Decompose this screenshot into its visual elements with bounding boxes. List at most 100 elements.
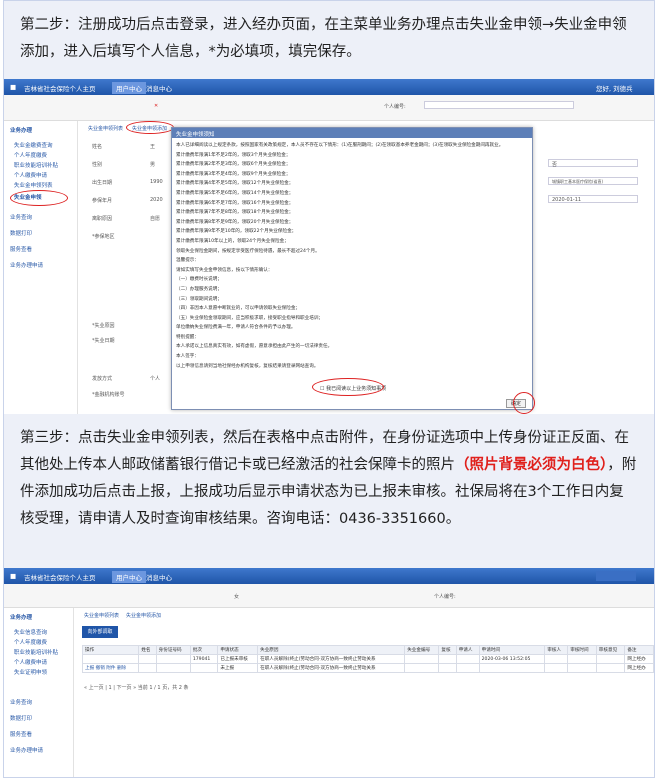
dialog-line: 累计缴费年限满6年不足7年的，领取16个月失业保险金； [176,200,294,206]
sidebar2-item-3[interactable]: 个人缴费申请 [14,658,47,666]
app-title: 吉林省社会保险个人主页 [24,85,96,93]
top-navbar-2: ■ 吉林省社会保险个人主页 用户中心 消息中心 [4,568,654,584]
cell-empty [155,663,191,673]
dialog-line: 累计缴费年限满8年不足9年的，领取20个月失业保险金； [176,219,294,225]
gender-value-2: 女 [234,594,240,600]
column-header: 失业原因 [257,645,406,655]
dialog-line: （四）非因本人意愿中断就业的，可以申请领取失业保险金； [176,306,301,312]
nav-tab-messages-2[interactable]: 消息中心 [146,572,172,582]
sidebar-group-1[interactable]: 数据打印 [10,229,32,237]
home-icon-2: ■ [10,572,17,580]
sidebar2-group-0[interactable]: 业务查询 [10,698,32,706]
dialog-line: 累计缴费年限满4年不足5年的，领取12个月失业保险金； [176,181,294,187]
sidebar2-group-2[interactable]: 服务查看 [10,730,32,738]
column-header: 操作 [81,645,140,655]
step3-highlight: （照片背景必须为白色） [455,457,608,473]
cell-ops[interactable]: 上报 撤销 附件 删除 [81,663,140,673]
field-insurance[interactable]: 城镇职工基本医疗保险(省直) [548,177,638,185]
cell-ops[interactable] [81,654,140,664]
sidebar-group-3[interactable]: 业务办理申请 [10,261,43,269]
nav-tab-messages[interactable]: 消息中心 [146,83,172,93]
dialog-line: （二）办理服务说明； [176,286,222,292]
cell-empty [455,654,480,664]
dialog-line: 特别提醒： [176,334,199,340]
form-label-area: *参保地区 [92,234,115,240]
cell-empty [438,654,457,664]
cell-status: 未上报 [217,663,259,673]
sidebar-item-0[interactable]: 失业金缴费查询 [14,141,53,149]
column-header: 失业金编号 [404,645,440,655]
column-header: 审核人 [544,645,569,655]
sidebar-item-3[interactable]: 个人缴费申请 [14,171,47,179]
form-label-pay: 发放方式 [92,376,113,382]
sidebar2-group-1[interactable]: 数据打印 [10,714,32,722]
cell-empty [567,654,597,664]
sidebar2-header[interactable]: 业务办理 [10,613,32,621]
column-header: 申请人 [455,645,480,655]
form-label-birth: 出生日期 [92,180,113,186]
nav-tab-user-center[interactable]: 用户中心 [112,82,146,94]
home-icon: ■ [10,83,17,91]
step2-text: 第二步：注册成功后点击登录，进入经办页面，在主菜单业务办理点击失业金申领→失业金… [20,17,627,60]
sidebar2-group-3[interactable]: 业务办理申请 [10,746,43,754]
sidebar2-item-2[interactable]: 职业技能培训补贴 [14,648,58,656]
user-menu-2[interactable] [596,571,636,581]
dialog-line: 领取失业保险金期间，按规定享受医疗保险待遇，最长不超过24个月。 [176,248,320,254]
sidebar-group-2[interactable]: 服务查看 [10,245,32,253]
tab2-add[interactable]: 失业金申领添加 [126,612,161,619]
cell-batch: 179041 [189,654,219,664]
cell-empty [595,654,626,664]
cell-reason: 在职人员解除(终止)劳动合同-双方协商一致终止劳动关系 [257,663,406,673]
nav-tab-user-center-2[interactable]: 用户中心 [112,571,146,583]
tab2-list[interactable]: 失业金申领列表 [84,612,119,619]
dialog-line: 累计缴费年限满7年不足8年的，领取18个月失业保险金； [176,210,294,216]
form-value-birth: 1990 [150,179,163,185]
tab-list[interactable]: 失业金申领列表 [88,125,123,132]
column-header: 身份证号码 [155,645,191,655]
dialog-line: 本人承诺以上信息真实有效，如有虚假，愿意承担由此产生的一切法律责任。 [176,344,333,350]
column-header: 审核意见 [595,645,626,655]
sidebar-header[interactable]: 业务办理 [10,126,32,134]
dialog-line: 本人签字： [176,354,199,360]
dialog-line: 累计缴费年限满3年不足4年的，领取9个月失业保险金； [176,171,291,177]
column-header: 批次 [189,645,219,655]
step3-panel: 第三步：点击失业金申领列表，然后在表格中点击附件，在身份证选项中上传身份证正反面… [3,414,655,568]
sidebar-item-2[interactable]: 职业技能培训补贴 [14,161,58,169]
form-label-reason: *失业原因 [92,323,115,329]
gender-mark: ✕ [154,103,159,109]
cell-empty [595,663,626,673]
form-value-gender: 男 [150,162,156,168]
highlight-ellipse-tab [126,121,174,134]
cell-empty [404,663,440,673]
dialog-line: （三）领取期间说明； [176,296,222,302]
field-insurance-value: 城镇职工基本医疗保险(省直) [552,179,604,184]
form-label-date: *失业日期 [92,338,115,344]
table-row: 179041 已上报未审核 在职人员解除(终止)劳动合同-双方协商一致终止劳动关系 2… [81,654,654,664]
dialog-line: 请如实填写失业金申领信息，按以下情形确认： [176,267,273,273]
id-field [424,101,574,109]
sidebar-group-0[interactable]: 业务查询 [10,213,32,221]
sidebar2-item-0[interactable]: 失业信息查询 [14,628,47,636]
sidebar-item-4[interactable]: 失业金申领列表 [14,181,53,189]
column-header: 姓名 [138,645,157,655]
field-no[interactable]: 否 [548,159,638,168]
field-date[interactable]: 2020-01-11 [548,195,638,203]
dialog-line: 单位缴纳失业保险费满一年，申请人符合条件的予以办理。 [176,325,296,331]
top-navbar: ■ 吉林省社会保险个人主页 用户中心 消息中心 您好, 刘德兵 [4,79,654,95]
sidebar2-item-4[interactable]: 失业证明申领 [14,668,47,676]
field-date-value: 2020-01-11 [552,197,582,203]
pager[interactable]: « 上一页 | 1 | 下一页 » 当前 1 / 1 页，共 2 条 [84,684,189,691]
column-header: 复核 [438,645,457,655]
dialog-line: 累计缴费年限满5年不足6年的，领取14个月失业保险金； [176,190,294,196]
column-header: 申请状态 [217,645,259,655]
cell-empty [544,654,569,664]
fetch-button[interactable]: 向外部调取 [82,626,118,638]
sidebar: 业务办理 失业金缴费查询 个人年度缴费 职业技能培训补贴 个人缴费申请 失业金申… [4,121,78,414]
cell-empty [155,654,191,664]
user-greeting[interactable]: 您好, 刘德兵 [596,83,633,93]
id-label-2: 个人编号: [434,594,456,600]
sidebar-item-1[interactable]: 个人年度缴费 [14,151,47,159]
dialog-line: 累计缴费年限满1年不足2年的，领取3个月失业保险金； [176,152,291,158]
sidebar2-item-1[interactable]: 个人年度缴费 [14,638,47,646]
table-body: 179041 已上报未审核 在职人员解除(终止)劳动合同-双方协商一致终止劳动关系 2… [81,654,654,673]
